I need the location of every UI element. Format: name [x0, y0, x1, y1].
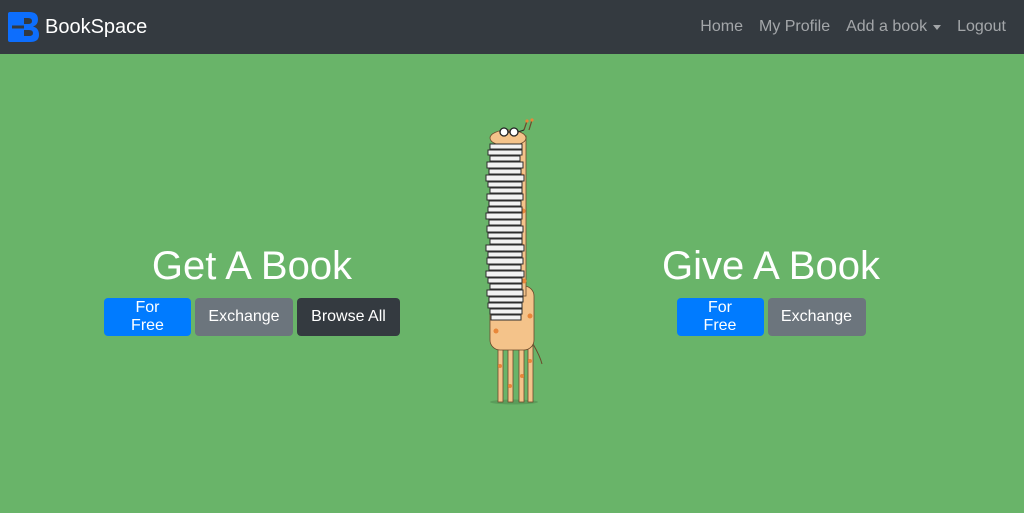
top-navbar: BookSpace Home My Profile Add a book Log… [0, 0, 1024, 54]
nav-my-profile[interactable]: My Profile [751, 18, 838, 36]
get-book-title: Get A Book [151, 244, 353, 288]
get-book-buttons: For Free Exchange Browse All [104, 298, 400, 336]
browse-all-button[interactable]: Browse All [297, 298, 400, 336]
give-book-buttons: For Free Exchange [676, 298, 866, 336]
give-for-free-button[interactable]: For Free [676, 298, 764, 336]
brand-link[interactable]: BookSpace [8, 11, 147, 43]
give-exchange-button[interactable]: Exchange [767, 298, 866, 336]
get-exchange-button[interactable]: Exchange [195, 298, 293, 336]
give-book-section: Give A Book For Free Exchange [660, 244, 882, 336]
give-book-title: Give A Book [662, 244, 880, 288]
brand-name: BookSpace [45, 16, 148, 38]
nav-add-book-dropdown[interactable]: Add a book [838, 18, 949, 36]
bookspace-logo-icon [8, 12, 39, 42]
nav-logout[interactable]: Logout [949, 18, 1014, 36]
chevron-down-icon [933, 24, 942, 30]
get-book-section: Get A Book For Free Exchange Browse All [104, 244, 400, 336]
nav-links: Home My Profile Add a book Logout [692, 0, 1014, 54]
nav-home[interactable]: Home [692, 18, 751, 36]
nav-add-book-label: Add a book [846, 18, 928, 35]
get-for-free-button[interactable]: For Free [104, 298, 191, 336]
giraffe-with-books-illustration [485, 118, 543, 405]
